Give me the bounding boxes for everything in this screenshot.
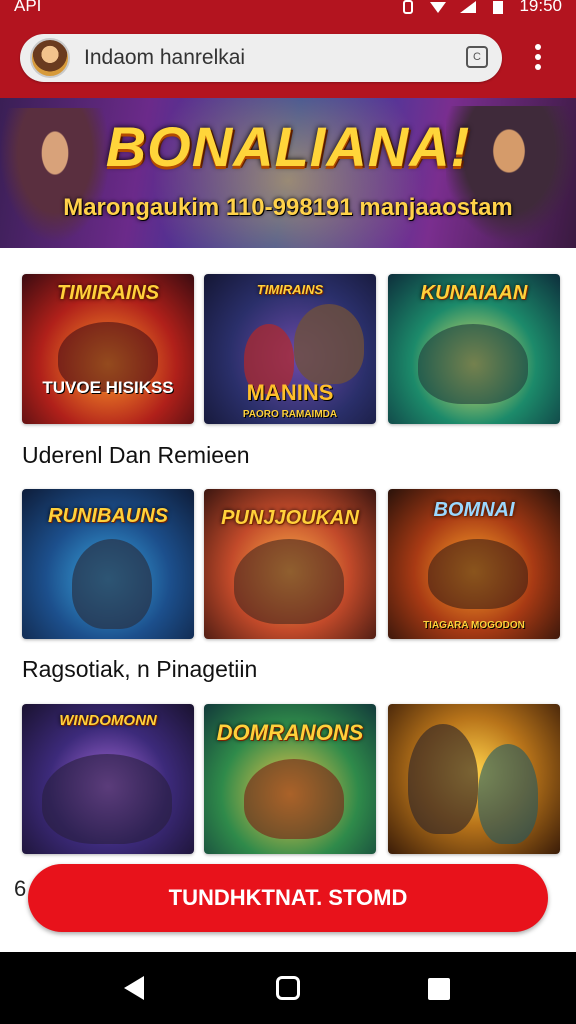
address-bar[interactable]: Indaom hanrelkai C (20, 34, 502, 82)
game-tile[interactable] (388, 704, 560, 854)
back-icon[interactable] (124, 976, 144, 1000)
wifi-icon (429, 0, 447, 13)
section-heading: Ragsotiak, n Pinagetiin (22, 656, 258, 682)
game-tile[interactable]: WINDOMONN (22, 704, 194, 854)
game-tile[interactable]: KUNAIAAN (388, 274, 560, 424)
game-tile[interactable]: DOMRANONS (204, 704, 376, 854)
tab-switcher-icon[interactable]: C (466, 46, 488, 68)
game-tile-title: TIMIRAINS (256, 282, 324, 297)
banner-subtitle: Marongaukim 110-998191 manjaaostam (63, 194, 513, 221)
avatar[interactable] (30, 38, 70, 78)
more-vert-icon[interactable] (532, 44, 544, 74)
promo-banner[interactable]: BONALIANA! Marongaukim 110-998191 manjaa… (0, 98, 576, 248)
carrier-label: API (14, 0, 42, 15)
game-tile-title: TIMIRAINS (56, 282, 160, 304)
recents-icon[interactable] (428, 978, 450, 1000)
game-tile-title: BOMNAI (433, 499, 515, 521)
game-tile[interactable]: TIMIRAINS MANINS PAORO RAMAIMDA (204, 274, 376, 424)
status-bar: API 19:50 (0, 0, 576, 28)
game-tile-title: DOMRANONS (216, 720, 364, 745)
browser-toolbar: Indaom hanrelkai C (0, 28, 576, 98)
battery-icon (489, 0, 507, 14)
game-tile[interactable]: RUNIBAUNS (22, 489, 194, 639)
game-tile-title: RUNIBAUNS (48, 505, 168, 527)
section-heading: Uderenl Dan Remieen (22, 442, 250, 468)
status-icons: 19:50 (399, 0, 562, 16)
section-heading-peek: 6 (14, 876, 27, 901)
game-tile-subtitle: TUVOE HISIKSS (42, 378, 174, 397)
game-tile-caption: TIAGARA MOGODON (423, 620, 525, 631)
vibrate-icon (399, 0, 417, 14)
home-icon[interactable] (276, 976, 300, 1000)
system-nav-bar (0, 952, 576, 1024)
game-tile-subtitle: MANINS (246, 380, 334, 405)
primary-cta-button[interactable]: TUNDHKTNAT. STOMD (28, 864, 548, 932)
banner-title: BONALIANA! (105, 115, 471, 178)
status-time: 19:50 (519, 0, 562, 15)
game-tile-title: PUNJJOUKAN (221, 507, 359, 529)
game-tile[interactable]: PUNJJOUKAN (204, 489, 376, 639)
game-tile[interactable]: BOMNAI TIAGARA MOGODON (388, 489, 560, 639)
game-tile-caption: PAORO RAMAIMDA (242, 409, 338, 420)
address-text[interactable]: Indaom hanrelkai (84, 46, 245, 70)
signal-icon (459, 0, 477, 13)
game-tile[interactable]: TIMIRAINS TUVOE HISIKSS (22, 274, 194, 424)
game-tile-title: KUNAIAAN (420, 282, 528, 304)
game-tile-title: WINDOMONN (59, 712, 157, 729)
